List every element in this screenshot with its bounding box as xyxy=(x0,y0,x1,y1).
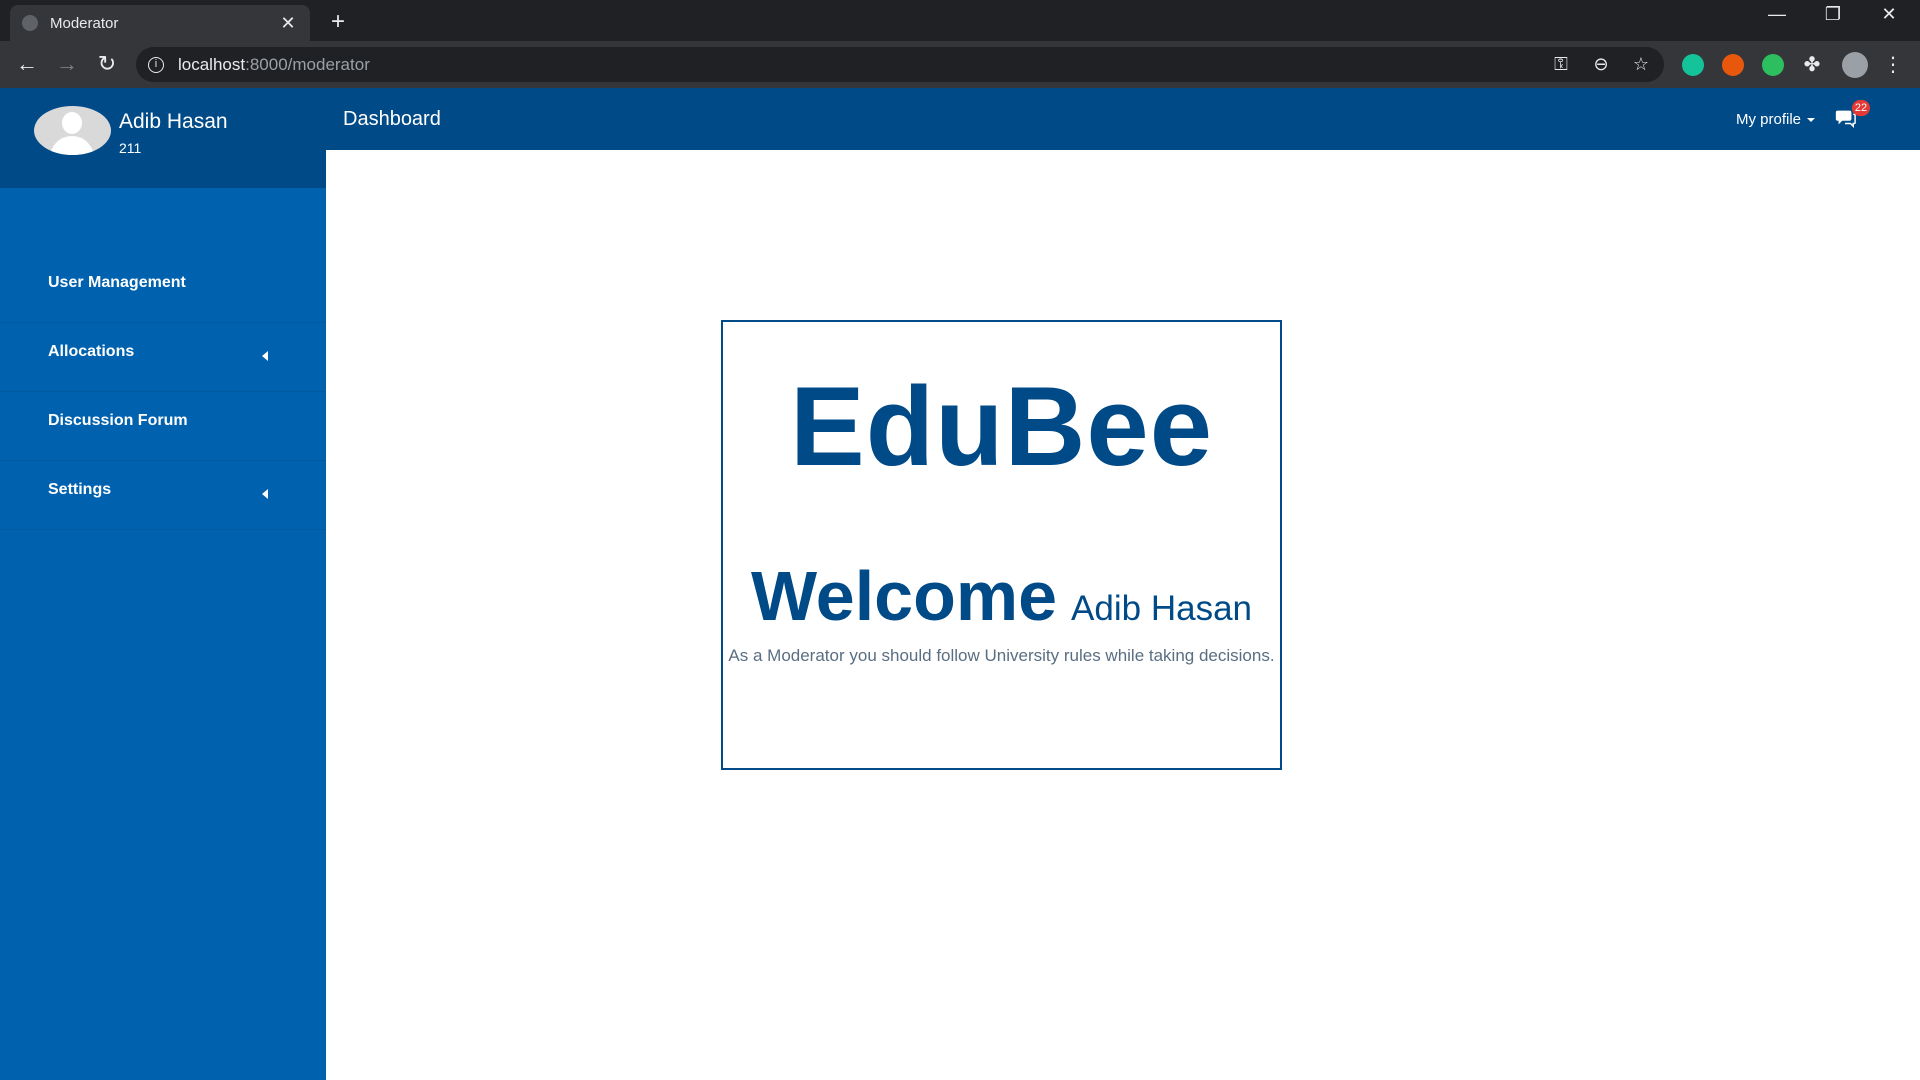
my-profile-label: My profile xyxy=(1736,111,1802,128)
sidebar-item-label: Discussion Forum xyxy=(48,412,188,429)
info-icon[interactable]: i xyxy=(148,56,164,73)
avatar-head xyxy=(62,112,82,134)
welcome-heading: Welcome xyxy=(751,557,1058,635)
sidebar-item-allocations[interactable]: Allocations xyxy=(0,323,326,392)
brand-title: EduBee xyxy=(790,364,1213,489)
address-bar[interactable]: i localhost:8000/moderator ⚿ ⊖ ☆ xyxy=(136,47,1664,82)
key-icon[interactable]: ⚿ xyxy=(1550,54,1572,75)
browser-tabstrip: Moderator ✕ + — ❐ ✕ xyxy=(0,0,1920,41)
url-host: localhost xyxy=(178,54,246,74)
sidebar-item-settings[interactable]: Settings xyxy=(0,461,326,530)
welcome-user-name: Adib Hasan xyxy=(1071,589,1252,628)
extensions-puzzle-icon[interactable]: ✤ xyxy=(1801,52,1823,77)
sidebar-item-label: Settings xyxy=(48,481,112,498)
avatar-body xyxy=(50,136,94,155)
reload-button[interactable]: ↻ xyxy=(93,51,121,77)
top-bar: Dashboard My profile 22 xyxy=(326,88,1920,150)
extension-orange-icon[interactable] xyxy=(1722,54,1744,76)
user-panel: Adib Hasan 211 xyxy=(0,88,326,188)
moderator-note: As a Moderator you should follow Univers… xyxy=(728,646,1275,665)
tab-title: Moderator xyxy=(50,14,119,32)
welcome-row: Welcome Adib Hasan xyxy=(723,556,1280,636)
notification-badge: 22 xyxy=(1852,100,1870,116)
sidebar-item-label: Allocations xyxy=(48,343,135,360)
sidebar: Adib Hasan 211 User Management Allocatio… xyxy=(0,88,326,1080)
sidebar-item-user-management[interactable]: User Management xyxy=(0,254,326,323)
browser-menu-icon[interactable]: ⋮ xyxy=(1882,52,1904,77)
sidebar-menu: User Management Allocations Discussion F… xyxy=(0,254,326,530)
globe-icon xyxy=(22,15,38,31)
forward-button[interactable]: → xyxy=(53,51,81,77)
url-path: :8000/moderator xyxy=(245,54,370,74)
caret-left-icon xyxy=(262,489,268,499)
back-button[interactable]: ← xyxy=(13,51,41,77)
grammarly-extension-icon[interactable] xyxy=(1682,54,1704,76)
bookmark-star-icon[interactable]: ☆ xyxy=(1630,54,1652,75)
window-close-icon[interactable]: ✕ xyxy=(1874,4,1904,25)
caret-left-icon xyxy=(262,351,268,361)
page-title: Dashboard xyxy=(343,108,441,130)
chevron-down-icon xyxy=(1807,118,1816,123)
sidebar-user-name: Adib Hasan xyxy=(119,110,228,133)
welcome-card: EduBee Welcome Adib Hasan As a Moderator … xyxy=(721,320,1282,770)
sidebar-item-discussion-forum[interactable]: Discussion Forum xyxy=(0,392,326,461)
zoom-icon[interactable]: ⊖ xyxy=(1590,54,1612,75)
sidebar-user-id: 211 xyxy=(119,140,142,156)
my-profile-dropdown[interactable]: My profile xyxy=(1736,111,1816,128)
restore-icon[interactable]: ❐ xyxy=(1818,4,1848,25)
browser-toolbar: ← → ↻ i localhost:8000/moderator ⚿ ⊖ ☆ ✤… xyxy=(0,41,1920,88)
avatar xyxy=(34,106,111,155)
browser-tab[interactable]: Moderator ✕ xyxy=(10,5,310,41)
sidebar-item-label: User Management xyxy=(48,274,186,291)
tab-close-icon[interactable]: ✕ xyxy=(278,13,298,34)
profile-avatar-icon[interactable] xyxy=(1842,52,1868,78)
evernote-extension-icon[interactable] xyxy=(1762,54,1784,76)
minimize-icon[interactable]: — xyxy=(1762,4,1792,25)
new-tab-button[interactable]: + xyxy=(325,8,351,36)
